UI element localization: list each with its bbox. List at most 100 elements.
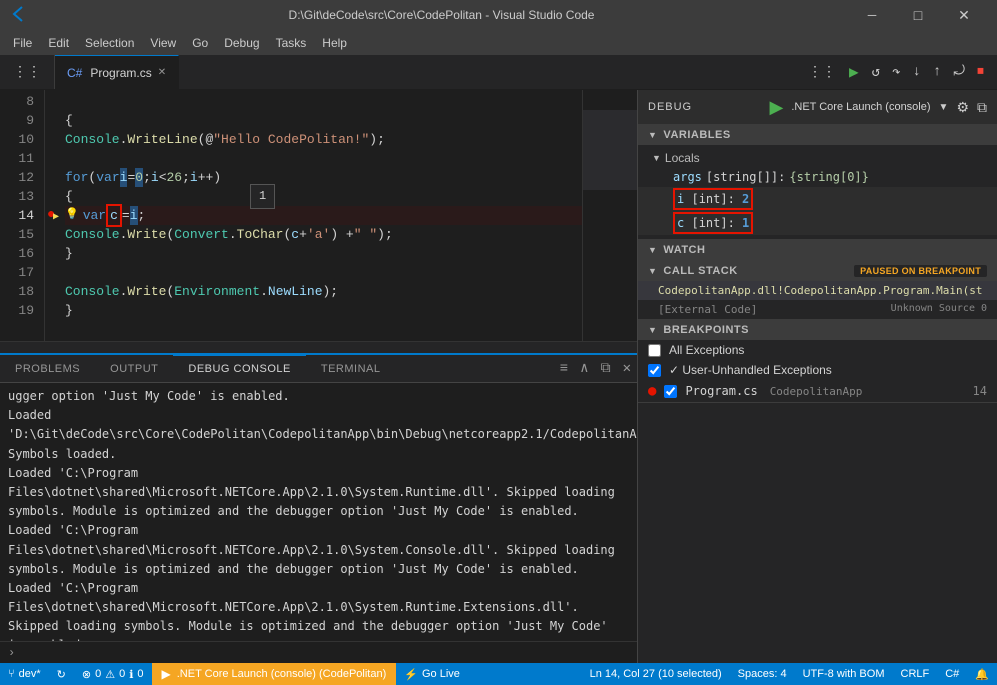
title-text: D:\Git\deCode\src\Core\CodePolitan - Vis…: [34, 8, 849, 22]
window-controls: ─ □ ✕: [849, 0, 987, 30]
menu-selection[interactable]: Selection: [77, 33, 142, 53]
config-dropdown-icon[interactable]: ▼: [939, 102, 949, 113]
i-highlight-box: i [int]: 2: [673, 188, 753, 210]
watch-section: ▼ WATCH: [638, 240, 997, 261]
debug-dots[interactable]: ⋮⋮: [803, 61, 841, 84]
status-cursor[interactable]: Ln 14, Col 27 (10 selected): [582, 663, 730, 685]
lightbulb-icon[interactable]: 💡: [65, 206, 79, 225]
bp-all-exceptions-checkbox[interactable]: [648, 344, 661, 357]
bp-program-cs-checkbox[interactable]: [664, 385, 677, 398]
debug-settings-icon[interactable]: ⚙: [956, 99, 969, 116]
breakpoints-section: ▼ BREAKPOINTS All Exceptions ✓ User-Unha…: [638, 320, 997, 403]
i-val: 2: [742, 192, 749, 206]
c-name: c: [677, 216, 684, 230]
menu-help[interactable]: Help: [314, 33, 355, 53]
bp-program-cs-file: Program.cs: [685, 384, 757, 398]
menu-file[interactable]: File: [5, 33, 40, 53]
debug-label: DEBUG: [648, 101, 692, 113]
var-row-i: i [int]: 2: [638, 187, 997, 211]
debug-stop[interactable]: ⏹: [972, 61, 989, 83]
menu-go[interactable]: Go: [184, 33, 216, 53]
args-name: args: [673, 168, 702, 186]
debug-continue[interactable]: ▶: [843, 59, 865, 85]
tab-terminal[interactable]: TERMINAL: [306, 355, 396, 382]
console-line-3: Loaded 'C:\Program Files\dotnet\shared\M…: [8, 464, 629, 522]
status-golive[interactable]: ⚡ Go Live: [396, 663, 468, 685]
status-language[interactable]: C#: [937, 663, 967, 685]
bp-program-cs-app: CodepolitanApp: [770, 385, 863, 398]
frame-main-name: CodepolitanApp.dll!CodepolitanApp.Progra…: [658, 284, 983, 297]
debug-input[interactable]: [21, 646, 629, 660]
minimize-button[interactable]: ─: [849, 0, 895, 30]
debug-run-status[interactable]: ▶ .NET Core Launch (console) (CodePolita…: [152, 663, 397, 685]
debug-gutter: ● ▶: [45, 90, 65, 341]
code-line-13: {: [65, 187, 582, 206]
debug-input-area: ›: [0, 641, 637, 663]
code-line-17: [65, 263, 582, 282]
status-line-ending[interactable]: CRLF: [893, 663, 938, 685]
panel-close[interactable]: ✕: [617, 355, 637, 382]
debug-console-content[interactable]: ugger option 'Just My Code' is enabled. …: [0, 383, 637, 641]
bp-dot-icon: ●: [648, 383, 656, 399]
close-button[interactable]: ✕: [941, 0, 987, 30]
panel-split[interactable]: ⧉: [595, 355, 617, 382]
menu-tasks[interactable]: Tasks: [268, 33, 315, 53]
debug-run-label: .NET Core Launch (console) (CodePolitan): [177, 668, 387, 680]
debug-run-play-icon: ▶: [162, 667, 171, 681]
debug-step-over[interactable]: ↷: [887, 61, 905, 84]
status-encoding[interactable]: UTF-8 with BOM: [795, 663, 893, 685]
tab-debug-console[interactable]: DEBUG CONSOLE: [173, 355, 305, 382]
code-content[interactable]: { Console.WriteLine(@"Hello CodePolitan!…: [65, 90, 582, 341]
debug-step-back[interactable]: ⤾: [948, 61, 970, 83]
call-stack-content: CodepolitanApp.dll!CodepolitanApp.Progra…: [638, 281, 997, 319]
watch-header[interactable]: ▼ WATCH: [638, 240, 997, 260]
tab-close[interactable]: ✕: [158, 67, 166, 78]
bp-user-unhandled-checkbox[interactable]: [648, 364, 661, 377]
code-line-11: [65, 149, 582, 168]
debug-restart[interactable]: ↺: [867, 61, 885, 84]
debug-step-into[interactable]: ↓: [908, 61, 926, 83]
panel-clear[interactable]: ∧: [574, 355, 594, 382]
menu-debug[interactable]: Debug: [216, 33, 267, 53]
tab-output[interactable]: OUTPUT: [95, 355, 173, 382]
tab-problems[interactable]: PROBLEMS: [0, 355, 95, 382]
tab-program-cs[interactable]: C# Program.cs ✕: [55, 55, 179, 89]
sync-icon: ↻: [57, 668, 66, 681]
status-errors[interactable]: ⊗ 0 ⚠ 0 ℹ 0: [74, 663, 152, 685]
branch-name: dev*: [19, 668, 41, 680]
breakpoints-header[interactable]: ▼ BREAKPOINTS: [638, 320, 997, 340]
menu-edit[interactable]: Edit: [40, 33, 77, 53]
status-spaces[interactable]: Spaces: 4: [730, 663, 795, 685]
call-stack-header[interactable]: ▼ CALL STACK PAUSED ON BREAKPOINT: [638, 261, 997, 281]
bell-icon: 🔔: [975, 668, 989, 681]
status-sync[interactable]: ↻: [49, 663, 74, 685]
spaces-info: Spaces: 4: [738, 668, 787, 680]
panel-wrap-toggle[interactable]: ≡: [554, 355, 574, 382]
frame-external-source: Unknown Source 0: [891, 303, 987, 316]
title-bar: D:\Git\deCode\src\Core\CodePolitan - Vis…: [0, 0, 997, 30]
debug-maximize-icon[interactable]: ⧉: [977, 99, 987, 116]
status-notifications[interactable]: 🔔: [967, 663, 997, 685]
golive-icon: ⚡: [404, 668, 418, 681]
variables-header[interactable]: ▼ VARIABLES: [638, 125, 997, 145]
maximize-button[interactable]: □: [895, 0, 941, 30]
i-name: i: [677, 192, 684, 206]
locals-group-header[interactable]: ▼ Locals: [638, 149, 997, 167]
menu-view[interactable]: View: [142, 33, 184, 53]
debug-play-icon[interactable]: ▶: [769, 97, 783, 118]
horizontal-scrollbar[interactable]: [0, 341, 637, 353]
stack-frame-external[interactable]: [External Code] Unknown Source 0: [638, 300, 997, 319]
console-line-1: ugger option 'Just My Code' is enabled.: [8, 387, 629, 406]
bottom-panel: PROBLEMS OUTPUT DEBUG CONSOLE TERMINAL ≡…: [0, 353, 637, 663]
c-val: 1: [742, 216, 749, 230]
menu-bar: File Edit Selection View Go Debug Tasks …: [0, 30, 997, 55]
debug-step-out[interactable]: ↑: [928, 61, 946, 83]
explorer-icon[interactable]: ⋮⋮: [8, 61, 46, 84]
cursor-info: Ln 14, Col 27 (10 selected): [590, 668, 722, 680]
editor-area: 8 9 10 11 12 13 14 15 16 17 18 19: [0, 90, 637, 341]
error-count: 0: [95, 668, 101, 680]
debug-config-name: .NET Core Launch (console): [791, 101, 930, 113]
stack-frame-main[interactable]: CodepolitanApp.dll!CodepolitanApp.Progra…: [638, 281, 997, 300]
status-branch[interactable]: ⑂ dev*: [0, 663, 49, 685]
input-prompt: ›: [8, 646, 15, 660]
